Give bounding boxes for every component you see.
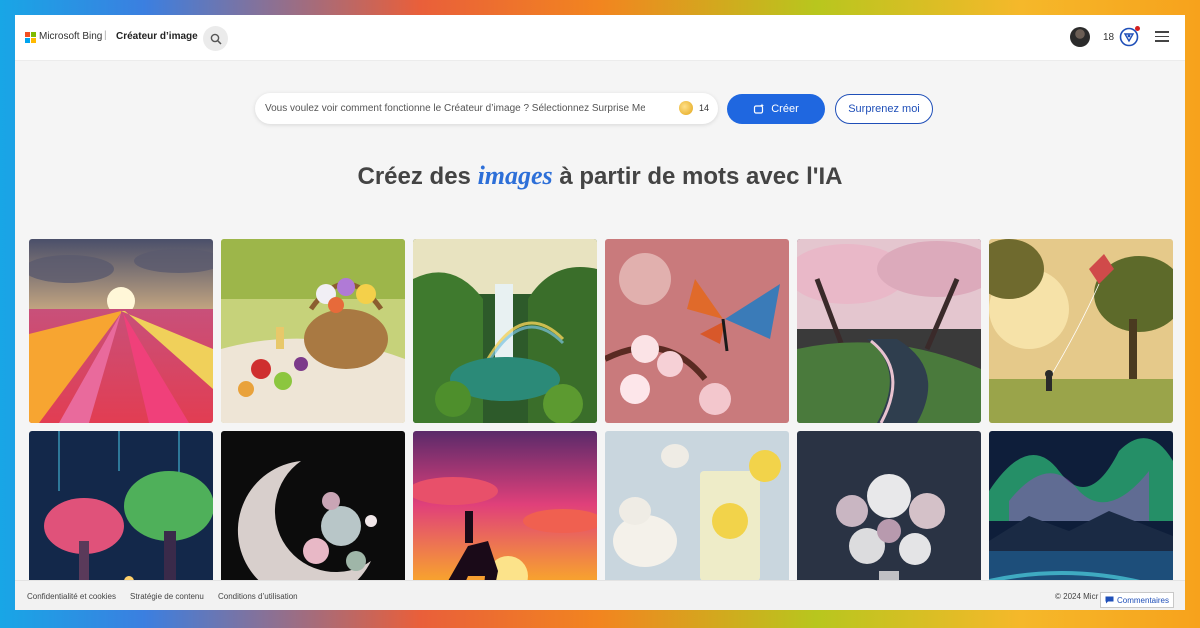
create-button[interactable]: Créer (727, 94, 825, 124)
gallery-image-park-kite[interactable] (989, 239, 1173, 423)
surprise-button[interactable]: Surprenez moi (835, 94, 933, 124)
prompt-bar: 14 (255, 93, 718, 124)
search-icon (210, 33, 222, 45)
footer-link-privacy[interactable]: Confidentialité et cookies (27, 592, 116, 601)
menu-icon[interactable] (1155, 31, 1169, 43)
microsoft-logo-icon[interactable] (25, 32, 36, 43)
app-title[interactable]: Créateur d’image (116, 31, 198, 42)
gallery-image-waterfall-rainbow[interactable] (413, 239, 597, 423)
notification-dot (1135, 26, 1140, 31)
footer-link-terms[interactable]: Conditions d’utilisation (218, 592, 298, 601)
feedback-button[interactable]: Commentaires (1100, 592, 1174, 608)
footer-link-content-policy[interactable]: Stratégie de contenu (130, 592, 204, 601)
gallery-image-tulip-field[interactable] (29, 239, 213, 423)
image-gallery (29, 239, 1173, 610)
comment-icon (1105, 596, 1114, 604)
surprise-label: Surprenez moi (848, 103, 920, 115)
gallery-image-picnic-basket[interactable] (221, 239, 405, 423)
hero-text-start: Créez des (357, 163, 478, 190)
header-separator: | (104, 30, 107, 41)
create-sparkle-icon (754, 103, 765, 114)
boost-count: 14 (699, 103, 710, 113)
search-button[interactable] (203, 26, 228, 51)
boost-coin-icon (679, 101, 693, 115)
gallery-image-cherry-blossom-river[interactable] (797, 239, 981, 423)
header-bar: Microsoft Bing | Créateur d’image 18 (15, 15, 1185, 61)
create-label: Créer (771, 103, 799, 115)
prompt-input[interactable] (265, 93, 645, 124)
hero-heading: Créez des images à partir de mots avec l… (15, 161, 1185, 191)
hero-text-end: à partir de mots avec l'IA (552, 163, 843, 190)
footer: Confidentialité et cookies Stratégie de … (15, 580, 1185, 610)
browser-window: Microsoft Bing | Créateur d’image 18 14 (15, 15, 1185, 610)
brand-name[interactable]: Microsoft Bing (39, 31, 102, 42)
gallery-image-butterfly-blossom[interactable] (605, 239, 789, 423)
hero-highlight: images (477, 161, 553, 190)
rewards-count[interactable]: 18 (1103, 32, 1114, 43)
feedback-label: Commentaires (1116, 595, 1169, 605)
rewards-button[interactable] (1118, 26, 1140, 48)
avatar[interactable] (1070, 27, 1090, 47)
copyright: © 2024 Micr (1055, 592, 1099, 601)
